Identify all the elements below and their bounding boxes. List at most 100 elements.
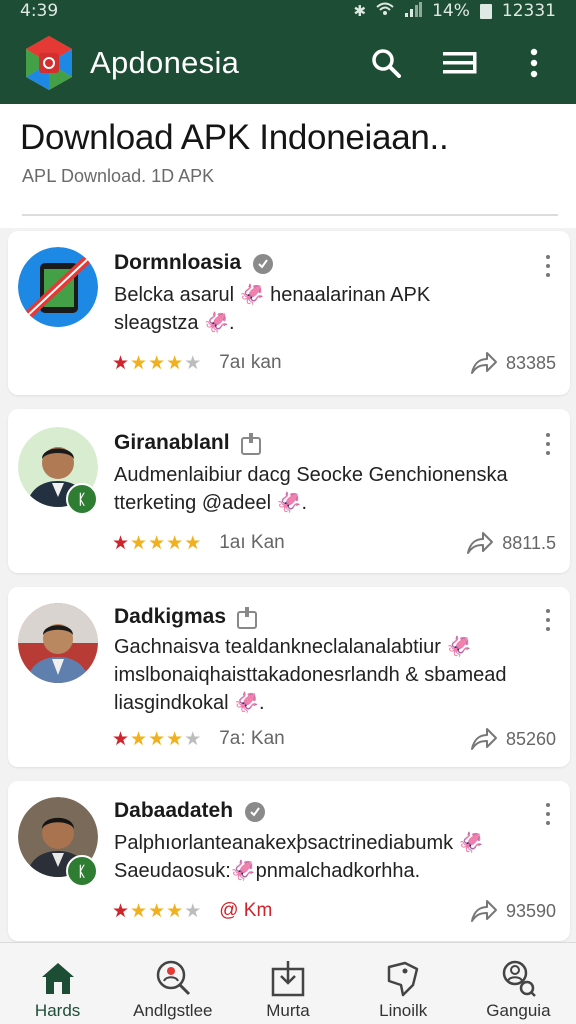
star-icon: ★ [112,532,130,554]
star-icon: ★ [130,532,148,554]
share-count: 83385 [505,352,556,373]
nav-item-account[interactable]: Ganguia [461,943,576,1024]
more-vertical-icon [530,48,538,78]
share-count: 85260 [505,728,556,749]
share-button[interactable]: 83385 [470,351,556,375]
star-icon: ★ [130,900,148,922]
page-header: Download APK Indoneiaan.. APᒪ Download. … [0,104,576,228]
star-icon: ★ [166,900,184,922]
nav-label: Ganguia [486,1001,551,1020]
status-clock: 12331 [501,1,556,21]
app-bar: Apdonesia [0,22,576,104]
star-icon: ★ [148,900,166,922]
bottom-navigation: Hards Andlgstlee Murta Linoilk Ganguia [0,942,576,1024]
star-rating: ★ ★ ★ ★ ★ [112,354,201,373]
nav-item-tags[interactable]: Linoilk [346,943,461,1024]
star-icon: ★ [166,728,184,750]
star-rating: ★ ★ ★ ★ ★ [112,902,201,921]
app-name: Dabaadateh [114,799,267,823]
star-icon: ★ [148,532,166,554]
bluetooth-icon: ✱ [353,2,367,20]
star-icon: ★ [184,352,202,374]
app-description: Audmenlaibiur dacg Seocke Genchionenska … [114,464,508,514]
star-icon: ★ [184,728,202,750]
star-rating: ★ ★ ★ ★ ★ [112,534,201,553]
search-person-icon [156,960,190,996]
star-icon: ★ [112,352,130,374]
tag-icon [387,961,419,997]
search-button[interactable] [366,43,406,83]
list-view-button[interactable] [440,43,480,83]
app-meta: 1aı Kan [219,532,285,553]
search-icon [372,49,401,78]
app-name: Dormnloasia [114,251,275,275]
nav-item-downloads[interactable]: Murta [230,943,345,1024]
home-icon [41,963,74,994]
verified-icon [253,254,274,274]
app-name-text: Dadkigmas [114,605,227,628]
app-card[interactable]: ᛕ Dabaadateh Palphıorlanteanakexþsactrin… [8,781,570,941]
star-icon: ★ [112,900,130,922]
star-icon: ★ [112,728,130,750]
star-icon: ★ [184,900,202,922]
wifi-icon [376,2,394,20]
share-icon [470,352,497,374]
app-logo-icon[interactable] [20,34,78,92]
share-icon [470,728,497,750]
battery-icon [479,3,492,19]
nav-label: Hards [34,1001,81,1020]
app-description: Belcka asarul 🦑 henaalarinan APK sleagst… [114,284,431,334]
status-bar: 4:39 ✱ 14% 12331 [0,0,576,22]
more-options-button[interactable] [540,431,556,457]
share-count: 93590 [505,900,556,921]
lock-icon [237,607,258,629]
rating-row: ★ ★ ★ ★ ★ 1aı Kan 8811.5 [112,531,556,555]
share-button[interactable]: 85260 [470,727,556,751]
nav-label: Murta [266,1001,310,1020]
star-icon: ★ [184,532,202,554]
share-icon [467,532,494,554]
more-options-button[interactable] [540,253,556,279]
star-icon: ★ [130,728,148,750]
nav-item-home[interactable]: Hards [0,943,115,1024]
nav-item-search[interactable]: Andlgstlee [115,943,230,1024]
star-icon: ★ [166,532,184,554]
share-button[interactable]: 8811.5 [466,531,556,555]
star-icon: ★ [130,352,148,374]
app-badge-icon: ᛕ [66,483,98,515]
app-name-text: Dormnloasia [114,251,242,274]
app-name: Giranablanl [114,431,262,455]
share-count: 8811.5 [502,532,556,553]
app-name: Dadkigmas [114,605,258,629]
share-icon [470,900,497,922]
share-button[interactable]: 93590 [470,899,556,923]
app-card[interactable]: Dadkigmas Gachnaisva tealdankneclalanala… [8,587,570,767]
star-rating: ★ ★ ★ ★ ★ [112,730,201,749]
overflow-menu-button[interactable] [514,43,554,83]
app-name-text: Dabaadateh [114,799,234,822]
app-name-text: Giranablanl [114,431,230,454]
user-search-icon [503,960,537,997]
verified-icon [245,802,266,822]
app-icon [18,247,98,327]
star-icon: ★ [148,352,166,374]
star-icon: ★ [166,352,184,374]
more-options-button[interactable] [540,607,556,633]
app-meta: 7aı kan [219,352,282,373]
more-options-button[interactable] [540,801,556,827]
rating-row: ★ ★ ★ ★ ★ @ Km 93590 [112,899,556,923]
status-time: 4:39 [20,1,59,21]
app-title: Apdonesia [90,45,240,80]
developer-avatar [18,603,98,683]
star-icon: ★ [148,728,166,750]
battery-percent: 14% [432,1,470,21]
download-box-icon [271,961,305,997]
rating-row: ★ ★ ★ ★ ★ 7aı kan 83385 [112,351,556,375]
page-subtitle: APᒪ Download. 1D APK [22,166,215,186]
app-description: Gachnaisva tealdankneclalanalabtiur 🦑 im… [114,636,507,714]
app-description: Palphıorlanteanakexþsactrinediabumk 🦑 Sa… [114,832,484,882]
app-card[interactable]: Dormnloasia Belcka asarul 🦑 henaalarinan… [8,231,570,395]
app-card[interactable]: ᛕ Giranablanl Audmenlaibiur dacg Seocke … [8,409,570,573]
list-icon [443,52,477,74]
signal-icon [404,1,423,21]
